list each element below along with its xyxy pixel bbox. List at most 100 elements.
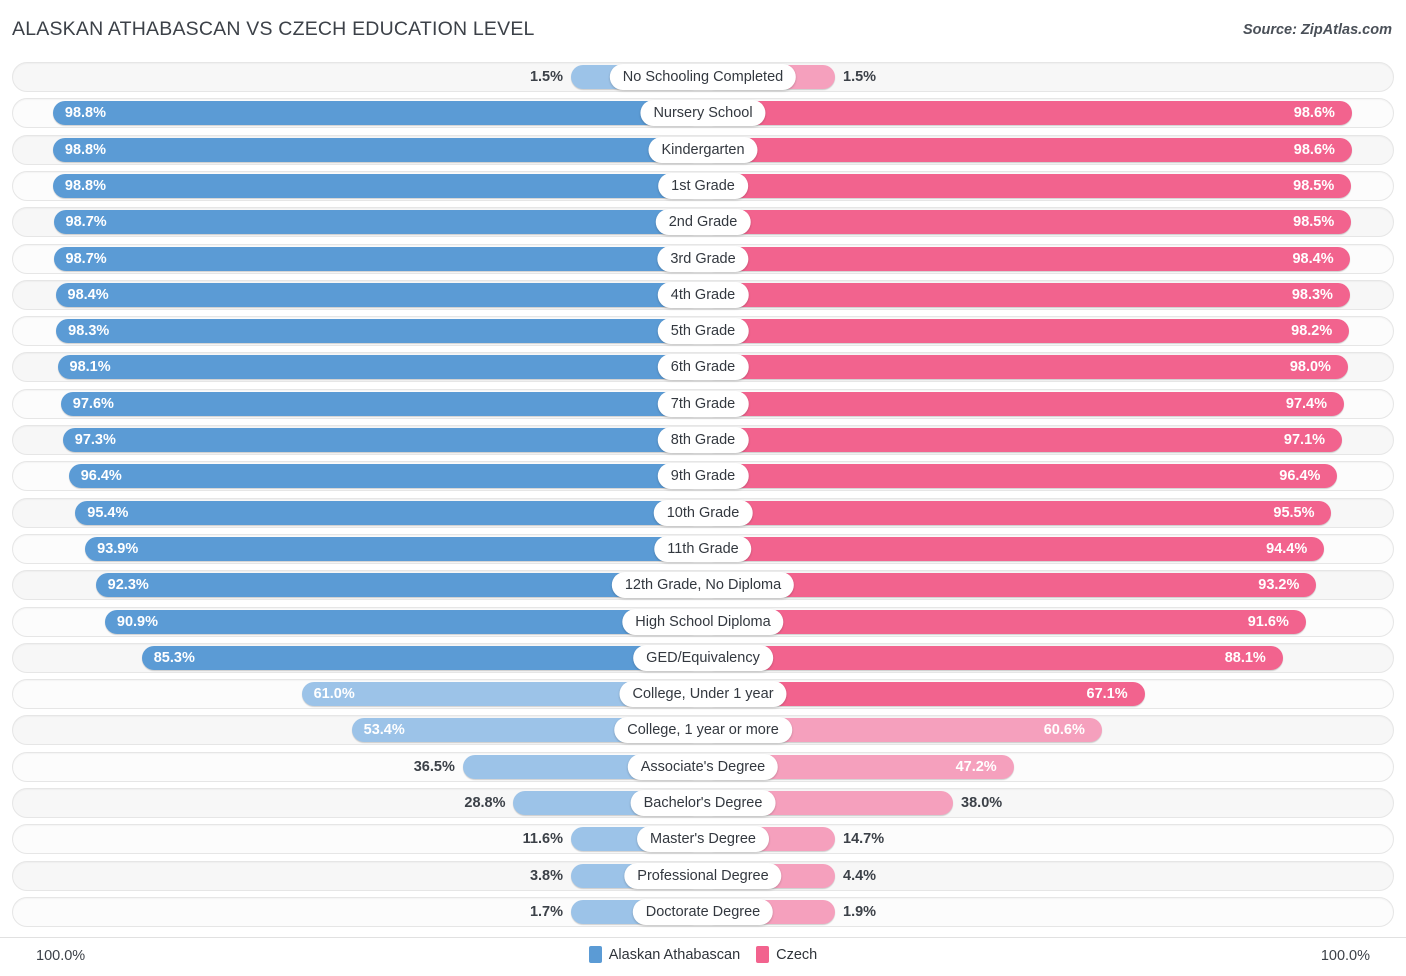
chart-row: 98.7% 98.5% 2nd Grade (12, 207, 1394, 238)
value-label-alaskan-athabascan: 98.8% (64, 105, 107, 122)
category-label: No Schooling Completed (609, 64, 797, 90)
value-label-czech: 98.0% (1289, 359, 1331, 376)
value-label-czech: 94.4% (1266, 540, 1308, 557)
chart-row: 98.1% 98.0% 6th Grade (12, 352, 1394, 383)
value-label-czech: 96.4% (1279, 468, 1321, 485)
value-label-alaskan-athabascan: 36.5% (413, 758, 455, 775)
bar-alaskan-athabascan (57, 355, 703, 380)
value-label-alaskan-athabascan: 98.3% (68, 323, 110, 340)
bar-czech (703, 282, 1350, 307)
category-label: 5th Grade (657, 318, 749, 345)
value-label-czech: 98.5% (1293, 214, 1335, 231)
bar-alaskan-athabascan (62, 428, 703, 452)
page-title: ALASKAN ATHABASCAN VS CZECH EDUCATION LE… (12, 18, 535, 40)
chart-row: 53.4% 60.6% College, 1 year or more (12, 715, 1394, 746)
bar-alaskan-athabascan (60, 391, 703, 416)
bar-czech (703, 500, 1332, 525)
category-label: 6th Grade (657, 354, 749, 381)
category-label: College, 1 year or more (614, 717, 792, 744)
category-label: 4th Grade (657, 281, 749, 308)
category-label: 9th Grade (657, 463, 749, 490)
bar-alaskan-athabascan (56, 319, 703, 344)
value-label-czech: 47.2% (955, 758, 997, 775)
bar-czech (703, 355, 1348, 380)
value-label-czech: 91.6% (1247, 613, 1289, 630)
legend-item-label: Alaskan Athabascan (608, 946, 741, 963)
value-label-alaskan-athabascan: 90.9% (116, 613, 158, 630)
category-label: 11th Grade (654, 535, 752, 562)
chart-row: 90.9% 91.6% High School Diploma (12, 606, 1394, 637)
bar-czech (703, 319, 1350, 344)
category-label: Doctorate Degree (632, 898, 774, 925)
value-label-czech: 93.2% (1258, 577, 1300, 594)
bar-alaskan-athabascan (75, 500, 703, 525)
axis-max-right: 100.0% (1320, 948, 1370, 964)
value-label-alaskan-athabascan: 95.4% (87, 504, 129, 521)
value-label-alaskan-athabascan: 98.4% (67, 286, 109, 303)
category-label: GED/Equivalency (633, 644, 773, 671)
value-label-alaskan-athabascan: 92.3% (107, 577, 149, 594)
chart-row: 97.6% 97.4% 7th Grade (12, 388, 1394, 419)
bar-alaskan-athabascan (53, 210, 703, 235)
legend: Alaskan Athabascan Czech (0, 946, 1406, 963)
value-label-alaskan-athabascan: 11.6% (522, 831, 563, 848)
source-label: Source: ZipAtlas.com (1242, 22, 1392, 38)
chart-footer: 100.0% Alaskan Athabascan Czech 100.0% (0, 937, 1406, 976)
value-label-czech: 1.5% (843, 69, 877, 85)
chart-row: 61.0% 67.1% College, Under 1 year (12, 679, 1394, 710)
chart-row: 98.4% 98.3% 4th Grade (12, 279, 1394, 310)
value-label-czech: 88.1% (1224, 649, 1266, 666)
legend-item[interactable]: Alaskan Athabascan (588, 946, 741, 963)
value-label-alaskan-athabascan: 98.7% (65, 214, 107, 231)
category-label: College, Under 1 year (619, 681, 787, 708)
chart-row: 85.3% 88.1% GED/Equivalency (12, 642, 1394, 673)
bar-czech (703, 137, 1352, 162)
bar-czech (703, 573, 1317, 598)
category-label: High School Diploma (622, 608, 784, 635)
value-label-alaskan-athabascan: 98.8% (64, 141, 107, 158)
value-label-czech: 98.6% (1293, 105, 1335, 122)
legend-item[interactable]: Czech (756, 946, 817, 963)
chart-row: 98.8% 98.6% Nursery School (12, 98, 1394, 129)
value-label-czech: 95.5% (1273, 504, 1315, 521)
value-label-czech: 1.9% (843, 903, 877, 920)
bar-czech (703, 101, 1352, 126)
category-label: 10th Grade (653, 499, 753, 526)
value-label-czech: 67.1% (1086, 686, 1128, 703)
chart-row: 97.3% 97.1% 8th Grade (12, 425, 1394, 455)
chart-row: 98.3% 98.2% 5th Grade (12, 316, 1394, 347)
value-label-alaskan-athabascan: 98.1% (69, 359, 111, 376)
legend-swatch-alaskan-athabascan (588, 946, 602, 963)
chart-row: 36.5% 47.2% Associate's Degree (12, 751, 1394, 782)
chart-row: 96.4% 96.4% 9th Grade (12, 461, 1394, 492)
bar-czech (703, 173, 1352, 198)
legend-item-label: Czech (776, 946, 818, 963)
chart-row: 1.7% 1.9% Doctorate Degree (12, 896, 1394, 927)
category-label: Kindergarten (648, 136, 758, 163)
category-label: Associate's Degree (627, 753, 779, 780)
chart-row: 28.8% 38.0% Bachelor's Degree (12, 788, 1394, 818)
category-label: Professional Degree (624, 862, 782, 889)
value-label-czech: 98.2% (1291, 323, 1333, 340)
category-label: 7th Grade (657, 390, 749, 417)
bar-czech (703, 428, 1342, 452)
value-label-alaskan-athabascan: 93.9% (97, 540, 139, 557)
bar-alaskan-athabascan (53, 246, 703, 271)
value-label-czech: 60.6% (1043, 722, 1085, 739)
category-label: 1st Grade (658, 172, 748, 199)
chart-row: 93.9% 94.4% 11th Grade (12, 533, 1394, 564)
bar-czech (703, 645, 1283, 670)
value-label-alaskan-athabascan: 98.8% (64, 177, 107, 194)
value-label-alaskan-athabascan: 1.5% (529, 69, 563, 85)
value-label-alaskan-athabascan: 53.4% (363, 722, 405, 739)
bar-czech (703, 246, 1351, 271)
bar-alaskan-athabascan (104, 609, 703, 634)
value-label-czech: 98.4% (1292, 250, 1334, 267)
chart-header: ALASKAN ATHABASCAN VS CZECH EDUCATION LE… (0, 0, 1406, 60)
chart-row: 92.3% 93.2% 12th Grade, No Diploma (12, 570, 1394, 601)
chart-row: 95.4% 95.5% 10th Grade (12, 497, 1394, 528)
chart-row: 3.8% 4.4% Professional Degree (12, 860, 1394, 891)
bar-alaskan-athabascan (55, 282, 703, 307)
value-label-czech: 38.0% (961, 795, 1003, 811)
value-label-czech: 14.7% (843, 831, 885, 848)
